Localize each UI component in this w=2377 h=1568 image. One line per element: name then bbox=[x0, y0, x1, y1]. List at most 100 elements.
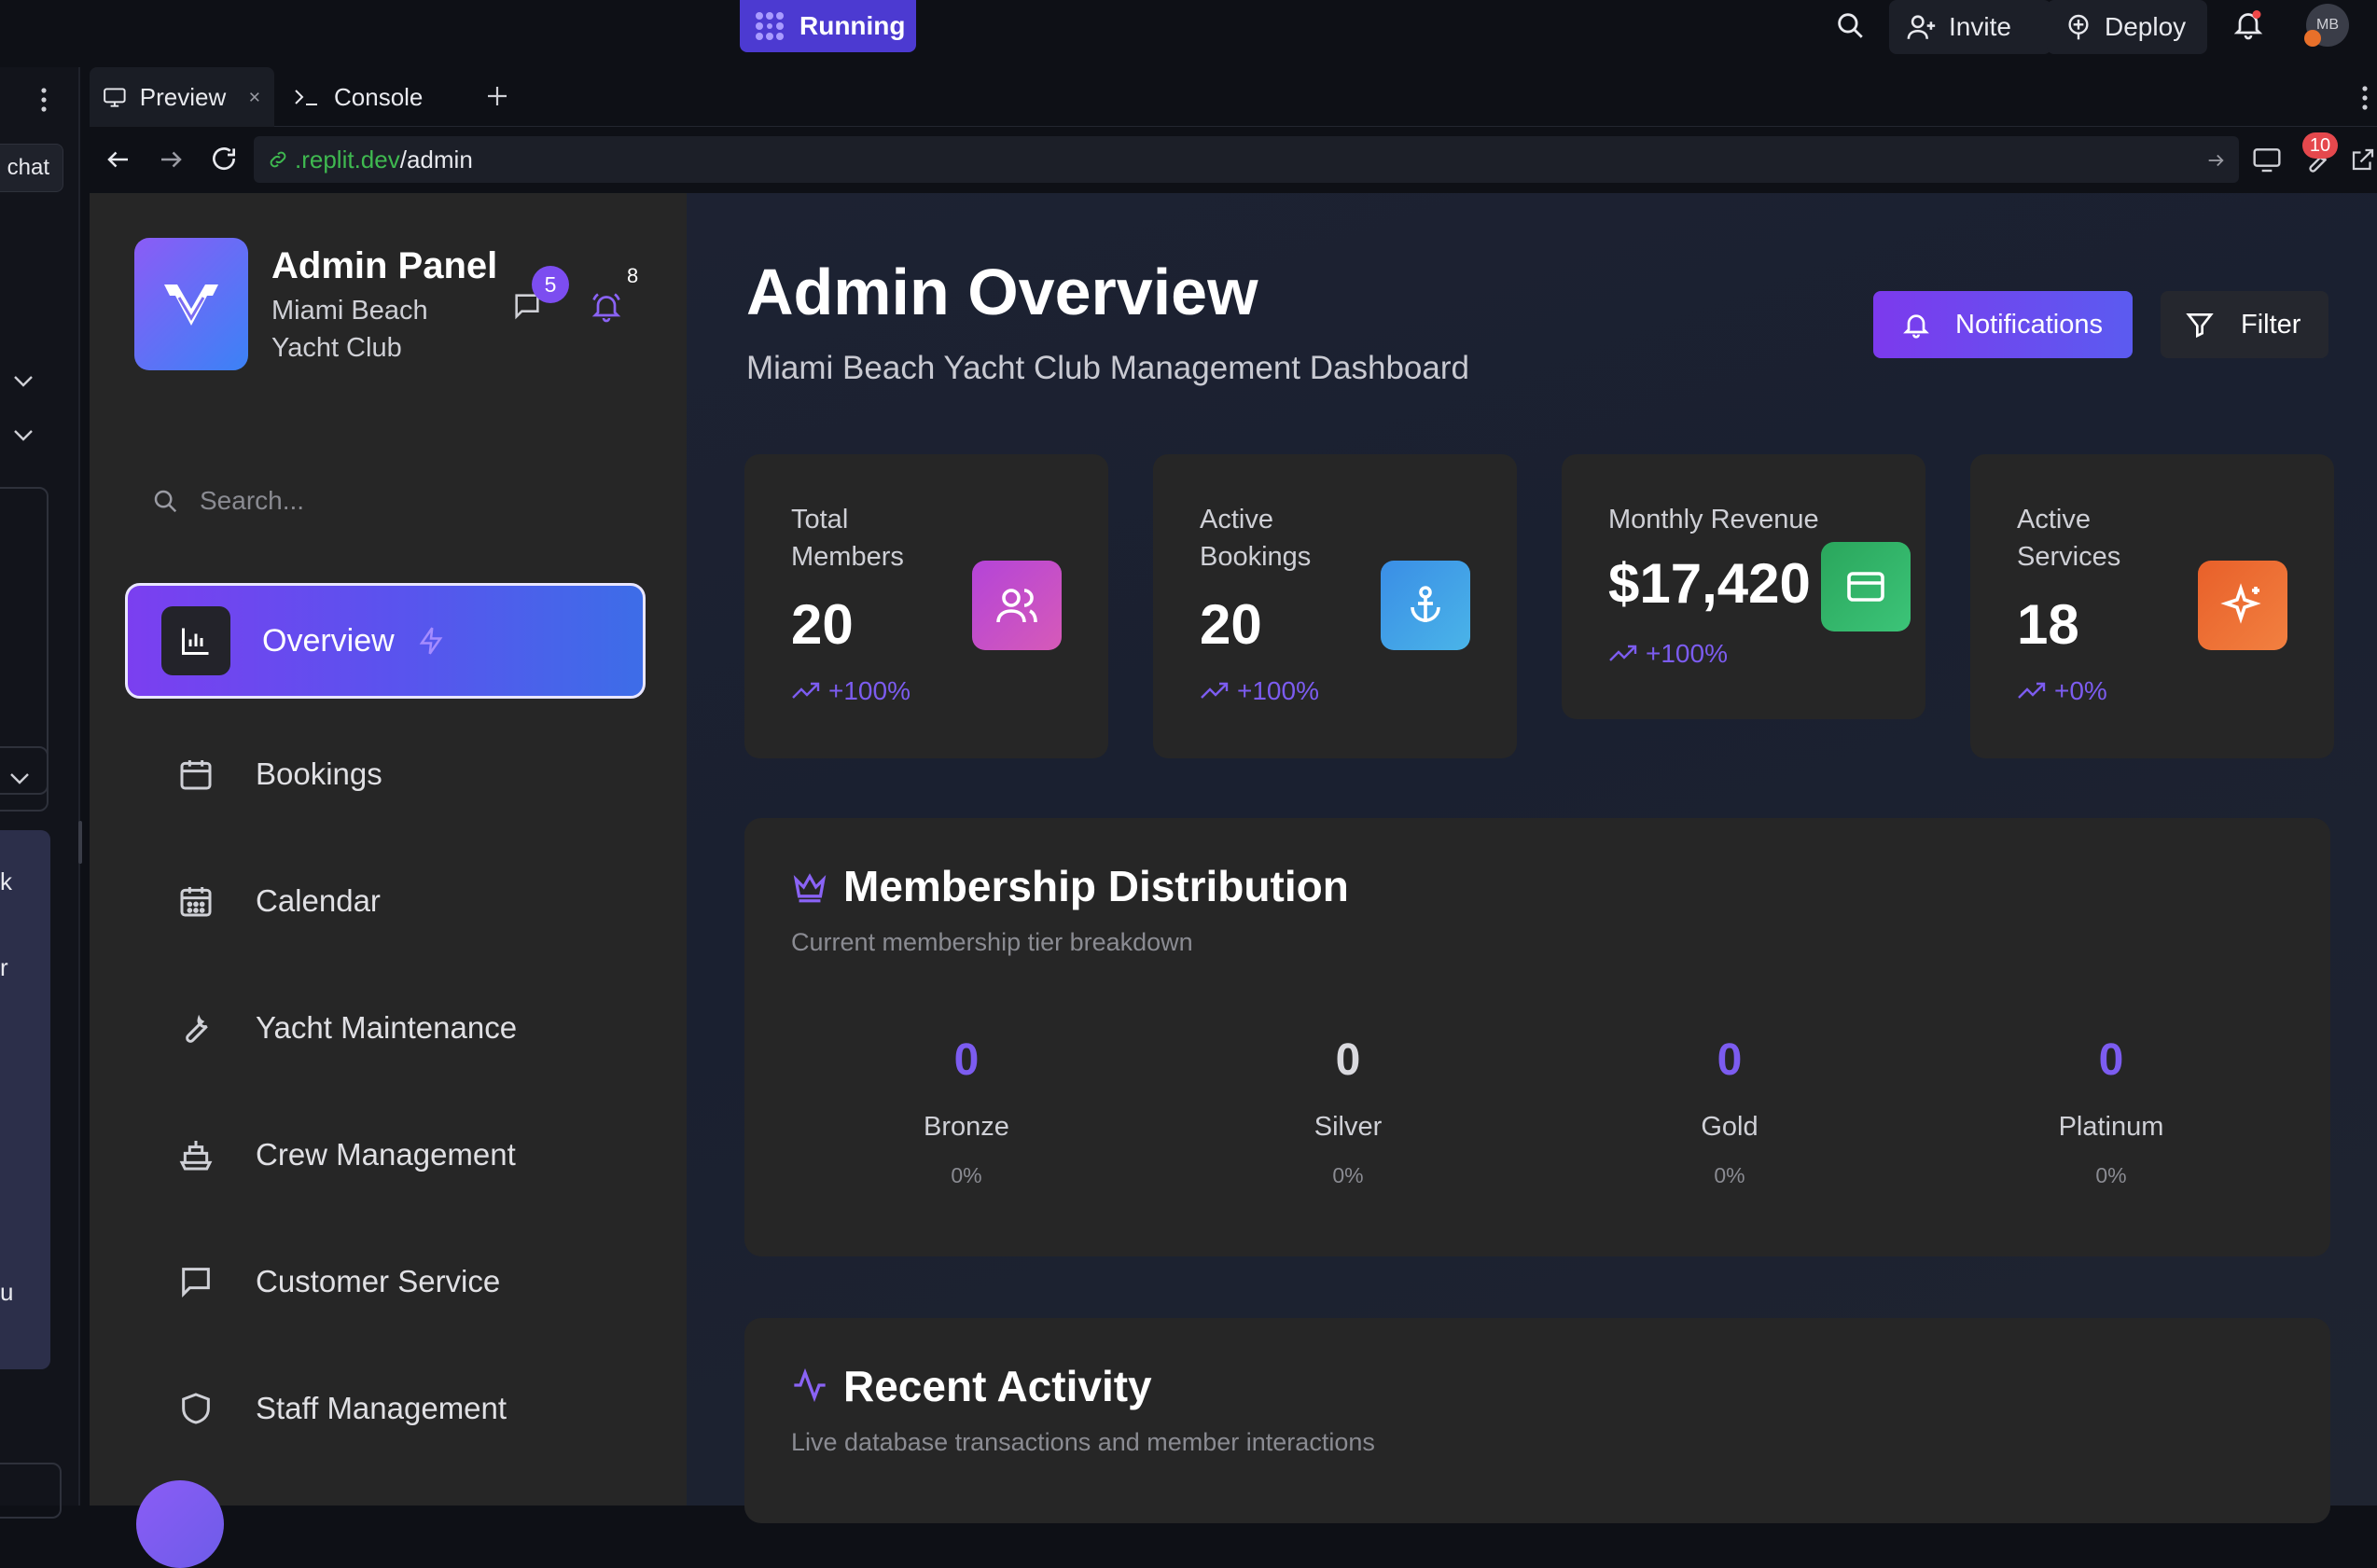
trending-up-icon bbox=[2018, 682, 2046, 699]
notifications-bell-icon[interactable] bbox=[2231, 7, 2265, 41]
ai-chat-panel-edge: chat k r u bbox=[0, 67, 82, 1519]
tab-label: Preview bbox=[139, 82, 227, 111]
crown-icon bbox=[791, 870, 828, 904]
anchor-icon bbox=[1381, 561, 1470, 650]
monitor-icon bbox=[104, 88, 126, 107]
admin-sidebar: Admin Panel Miami Beach Yacht Club 5 8 #… bbox=[90, 193, 687, 1568]
stat-value: 20 bbox=[1200, 593, 1262, 656]
chevron-down-icon[interactable] bbox=[13, 429, 34, 442]
logo-icon bbox=[164, 284, 218, 326]
chevron-down-icon bbox=[10, 773, 29, 784]
alerts-bell-icon[interactable] bbox=[590, 290, 623, 324]
sidebar-item-label: Crew Management bbox=[256, 1137, 516, 1172]
stat-change: +100% bbox=[791, 676, 910, 706]
close-icon[interactable] bbox=[248, 90, 261, 104]
panel-subtitle-line1: Miami Beach bbox=[271, 296, 428, 326]
section-subtitle: Live database transactions and member in… bbox=[791, 1428, 1375, 1456]
back-arrow-icon[interactable] bbox=[104, 146, 132, 173]
search-icon[interactable] bbox=[1834, 9, 1866, 41]
chat-input-field[interactable] bbox=[0, 1463, 62, 1519]
trending-up-icon bbox=[792, 682, 820, 699]
tier-bronze: 0 Bronze 0% bbox=[827, 1034, 1106, 1188]
calendar-grid-icon bbox=[180, 887, 212, 917]
tab-preview[interactable]: Preview bbox=[90, 67, 274, 127]
filter-label: Filter bbox=[2241, 309, 2301, 340]
tier-count: 0 bbox=[953, 1035, 980, 1085]
model-select[interactable] bbox=[0, 746, 49, 812]
tab-bar: Preview Console bbox=[90, 67, 2377, 127]
run-button[interactable]: Running bbox=[740, 0, 916, 52]
resize-handle[interactable] bbox=[78, 821, 82, 864]
tier-percent: 0% bbox=[1332, 1163, 1364, 1187]
new-tab-plus-icon[interactable] bbox=[485, 84, 509, 108]
more-vertical-icon[interactable] bbox=[39, 86, 49, 114]
tier-list: 0 Bronze 0% 0 Silver 0% 0 Gold 0% 0 Plat… bbox=[744, 1034, 2330, 1221]
notifications-button[interactable]: Notifications bbox=[1873, 291, 2133, 358]
section-title: Membership Distribution bbox=[843, 862, 1349, 910]
sidebar-item-staff-management[interactable]: Staff Management bbox=[125, 1353, 647, 1464]
section-subtitle: Current membership tier breakdown bbox=[791, 928, 1193, 956]
device-preview-icon[interactable] bbox=[2252, 146, 2282, 173]
stat-card-monthly-revenue: Monthly Revenue $17,420 +100% bbox=[1562, 454, 1925, 719]
stat-change: +100% bbox=[1200, 676, 1319, 706]
section-title: Recent Activity bbox=[843, 1362, 1152, 1410]
add-user-icon bbox=[1907, 15, 1936, 39]
credit-card-icon bbox=[1821, 542, 1911, 631]
stat-change: +100% bbox=[1608, 639, 1728, 669]
go-arrow-icon[interactable] bbox=[2205, 150, 2226, 171]
url-input[interactable]: .replit.dev/admin bbox=[254, 136, 2239, 183]
stat-value: 20 bbox=[791, 593, 854, 656]
chat-message-card: k r u bbox=[0, 830, 50, 1369]
filter-button[interactable]: Filter bbox=[2161, 291, 2328, 358]
notifications-label: Notifications bbox=[1955, 309, 2103, 340]
open-external-icon[interactable] bbox=[2349, 146, 2377, 173]
deploy-label: Deploy bbox=[2105, 12, 2187, 41]
recent-activity-panel: Recent Activity Live database transactio… bbox=[744, 1318, 2330, 1523]
sidebar-item-calendar[interactable]: Calendar bbox=[125, 846, 647, 956]
message-fragment: u bbox=[0, 1278, 14, 1306]
user-avatar[interactable] bbox=[136, 1480, 224, 1568]
tier-count: 0 bbox=[1335, 1035, 1361, 1085]
tab-console[interactable]: Console bbox=[280, 67, 457, 127]
sidebar-search[interactable] bbox=[127, 464, 649, 538]
devtools-badge: 10 bbox=[2302, 132, 2338, 159]
stat-label: Active Services bbox=[2017, 505, 2121, 572]
sidebar-item-crew-management[interactable]: Crew Management bbox=[125, 1100, 647, 1210]
invite-button[interactable]: Invite bbox=[1889, 0, 2051, 54]
bell-icon bbox=[1903, 314, 1929, 339]
tier-count: 0 bbox=[2098, 1035, 2124, 1085]
sidebar-item-yacht-maintenance[interactable]: Yacht Maintenance bbox=[125, 973, 647, 1083]
page-subtitle: Miami Beach Yacht Club Management Dashbo… bbox=[746, 350, 1469, 386]
reload-icon[interactable] bbox=[209, 144, 239, 173]
deploy-button[interactable]: Deploy bbox=[2047, 0, 2207, 54]
wrench-icon bbox=[186, 1014, 208, 1043]
sidebar-item-customer-service[interactable]: Customer Service bbox=[125, 1227, 647, 1337]
sidebar-item-bookings[interactable]: Bookings bbox=[125, 719, 647, 829]
chat-button[interactable]: chat bbox=[0, 144, 63, 192]
messages-badge-count: 5 bbox=[544, 271, 557, 297]
search-input[interactable] bbox=[200, 486, 591, 516]
url-path: /admin bbox=[399, 145, 473, 173]
more-vertical-icon[interactable] bbox=[2360, 84, 2370, 112]
sidebar-item-label: Bookings bbox=[256, 756, 382, 791]
stat-card-active-services: Active Services 18 +0% bbox=[1970, 454, 2334, 758]
forward-arrow-icon[interactable] bbox=[157, 146, 185, 173]
calendar-icon bbox=[180, 760, 212, 790]
lightning-icon bbox=[419, 627, 443, 655]
tier-platinum: 0 Platinum 0% bbox=[1971, 1034, 2251, 1188]
tier-count: 0 bbox=[1717, 1035, 1743, 1085]
membership-distribution-panel: Membership Distribution Current membersh… bbox=[744, 818, 2330, 1256]
tier-name: Gold bbox=[1701, 1112, 1758, 1142]
sidebar-item-label: Staff Management bbox=[256, 1391, 507, 1425]
run-status-icon bbox=[756, 12, 784, 40]
stat-value: $17,420 bbox=[1608, 552, 1811, 615]
chevron-down-icon[interactable] bbox=[13, 375, 34, 388]
invite-label: Invite bbox=[1949, 12, 2011, 41]
search-icon bbox=[154, 490, 177, 513]
tier-percent: 0% bbox=[951, 1163, 982, 1187]
avatar-initials: MB bbox=[2316, 17, 2339, 33]
sparkle-icon bbox=[2198, 561, 2287, 650]
sidebar-item-overview[interactable]: Overview bbox=[125, 583, 646, 699]
page-title: Admin Overview bbox=[746, 256, 1258, 328]
message-icon bbox=[182, 1268, 210, 1297]
